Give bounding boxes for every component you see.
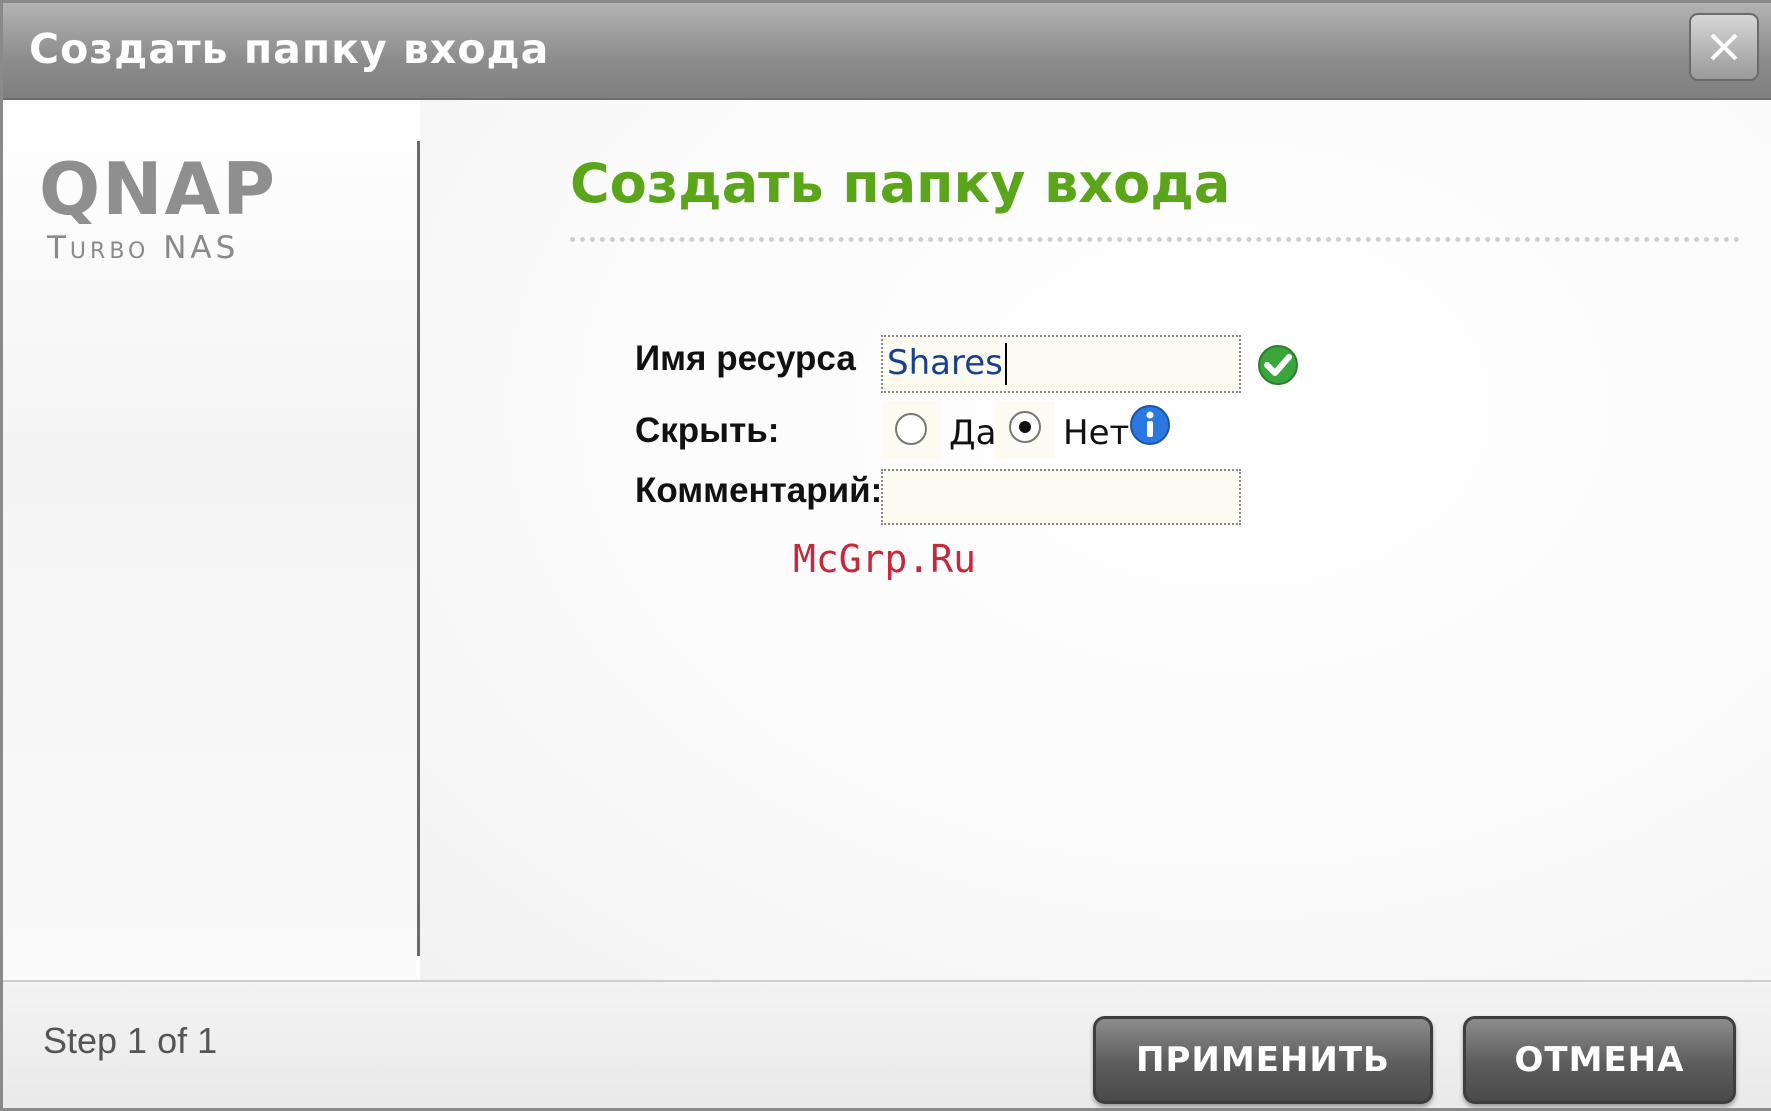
- sidebar: QNAP Turbo NAS: [3, 100, 417, 980]
- hide-label: Скрыть:: [635, 411, 780, 450]
- resource-name-value: Shares: [887, 343, 1003, 383]
- resource-name-input[interactable]: Shares: [881, 335, 1241, 393]
- hide-no-radio[interactable]: [1007, 409, 1043, 445]
- valid-check-icon: [1258, 345, 1298, 385]
- heading-separator: [570, 237, 1740, 242]
- qnap-logo: QNAP: [39, 154, 277, 224]
- close-icon: [1710, 33, 1738, 61]
- resource-name-label: Имя ресурса: [635, 339, 856, 378]
- cancel-button[interactable]: ОТМЕНА: [1463, 1016, 1736, 1104]
- logo-subtitle: Turbo NAS: [47, 230, 240, 266]
- hide-yes-label: Да: [949, 413, 997, 453]
- hide-yes-radio[interactable]: [893, 411, 929, 447]
- create-share-dialog: Создать папку входа QNAP Turbo NAS Созда…: [0, 0, 1771, 1111]
- step-indicator: Step 1 of 1: [43, 1020, 218, 1061]
- dialog-footer: Step 1 of 1 ПРИМЕНИТЬ ОТМЕНА: [3, 980, 1771, 1108]
- text-caret: [1005, 343, 1007, 385]
- close-button[interactable]: [1689, 13, 1759, 81]
- page-heading: Создать папку входа: [570, 152, 1231, 215]
- main-panel: Создать папку входа: [420, 100, 1771, 980]
- info-icon[interactable]: [1128, 403, 1172, 447]
- comment-label: Комментарий:: [635, 471, 883, 510]
- window-title: Создать папку входа: [29, 25, 550, 73]
- apply-button[interactable]: ПРИМЕНИТЬ: [1093, 1016, 1433, 1104]
- title-bar: Создать папку входа: [3, 3, 1771, 100]
- watermark-text: McGrp.Ru: [793, 537, 977, 581]
- comment-input[interactable]: [881, 469, 1241, 525]
- hide-no-cell: [995, 401, 1055, 459]
- hide-yes-cell: [881, 401, 941, 459]
- logo-text: QNAP: [39, 154, 277, 224]
- hide-no-label: Нет: [1063, 413, 1130, 453]
